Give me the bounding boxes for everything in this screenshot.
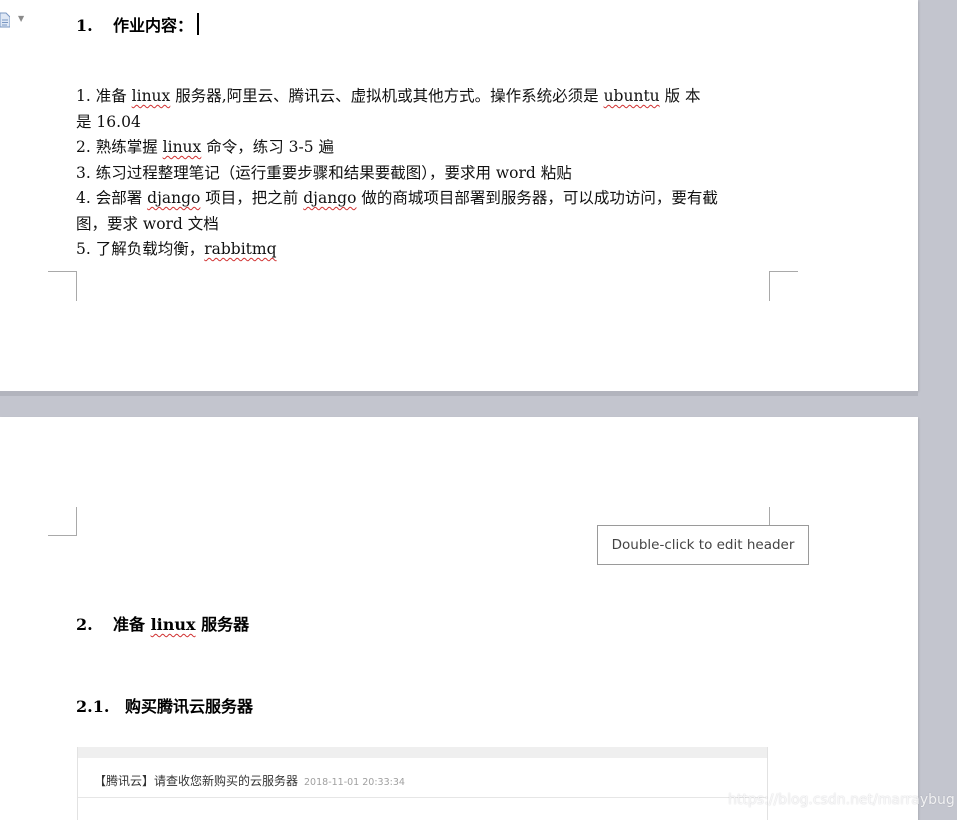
heading-1: 1. 作业内容： — [76, 12, 200, 36]
list-item-text: 5. 了解负载均衡， — [76, 240, 205, 258]
list-item: 是 16.04 — [76, 110, 776, 136]
list-item-text: 4. 会部署 — [76, 189, 148, 207]
list-item-text: 做的商城项目部署到服务器，可以成功访问，要有截 — [356, 189, 718, 207]
misspelled-word[interactable]: rabbitmq — [204, 240, 276, 258]
page-corner-mark — [48, 507, 77, 536]
heading-text-pre: 准备 — [113, 615, 151, 634]
watermark: https://blog.csdn.net/marraybug — [728, 792, 955, 808]
email-topbar — [78, 747, 767, 758]
heading-2-1: 2.1. 购买腾讯云服务器 — [76, 693, 253, 717]
misspelled-word[interactable]: ubuntu — [604, 87, 660, 105]
page-corner-mark — [48, 271, 77, 301]
document-viewport[interactable]: ▼ 1. 作业内容： 1. 准备 linux 服务器,阿里云、腾讯云、虚拟机或其他… — [0, 0, 957, 820]
list-item-text: 图，要求 word 文档 — [76, 214, 219, 233]
list-item: 图，要求 word 文档 — [76, 212, 776, 238]
task-list: 1. 准备 linux 服务器,阿里云、腾讯云、虚拟机或其他方式。操作系统必须是… — [76, 84, 776, 263]
document-icon[interactable] — [0, 12, 10, 28]
misspelled-word[interactable]: django — [147, 189, 200, 207]
email-date: 2018-11-01 20:33:34 — [304, 777, 405, 788]
heading-text: 购买腾讯云服务器 — [125, 697, 254, 716]
list-item: 5. 了解负载均衡，rabbitmq — [76, 237, 776, 263]
heading-text: 作业内容： — [113, 16, 194, 35]
list-item: 3. 练习过程整理笔记（运行重要步骤和结果要截图），要求用 word 粘贴 — [76, 161, 776, 187]
email-divider — [78, 797, 767, 798]
heading-number: 1. — [76, 16, 93, 35]
page-corner-mark — [769, 507, 771, 527]
list-item-text: 是 16.04 — [76, 112, 141, 131]
document-page-2[interactable]: Double-click to edit header 2. 准备 linux 服… — [0, 417, 918, 820]
misspelled-word[interactable]: django — [303, 189, 356, 207]
email-subject: 【腾讯云】请查收您新购买的云服务器 — [94, 774, 299, 788]
email-screenshot-image[interactable]: 【腾讯云】请查收您新购买的云服务器 2018-11-01 20:33:34 — [77, 747, 768, 820]
list-item-text: 1. 准备 — [76, 87, 132, 105]
list-item: 1. 准备 linux 服务器,阿里云、腾讯云、虚拟机或其他方式。操作系统必须是… — [76, 84, 776, 110]
page-corner-mark — [769, 271, 798, 301]
list-item: 2. 熟练掌握 linux 命令，练习 3-5 遍 — [76, 135, 776, 161]
list-item-text: 版 本 — [659, 87, 701, 105]
misspelled-word[interactable]: linux — [163, 138, 202, 156]
text-cursor — [197, 13, 200, 35]
list-item-text: 3. 练习过程整理笔记（运行重要步骤和结果要截图），要求用 word 粘贴 — [76, 163, 572, 182]
heading-number: 2.1. — [76, 697, 110, 716]
misspelled-word[interactable]: linux — [132, 87, 171, 105]
heading-text-post: 服务器 — [195, 615, 250, 634]
page-gap — [0, 391, 918, 417]
list-item-text: 2. 熟练掌握 — [76, 138, 163, 156]
list-item-text: 项目，把之前 — [200, 189, 304, 207]
chevron-down-icon[interactable]: ▼ — [18, 14, 24, 23]
heading-number: 2. — [76, 615, 93, 634]
misspelled-word[interactable]: linux — [151, 615, 196, 634]
list-item-text: 服务器,阿里云、腾讯云、虚拟机或其他方式。操作系统必须是 — [170, 87, 604, 105]
email-subject-line: 【腾讯云】请查收您新购买的云服务器 2018-11-01 20:33:34 — [94, 772, 405, 789]
heading-2: 2. 准备 linux 服务器 — [76, 611, 249, 635]
list-item: 4. 会部署 django 项目，把之前 django 做的商城项目部署到服务器… — [76, 186, 776, 212]
document-page-1[interactable]: ▼ 1. 作业内容： 1. 准备 linux 服务器,阿里云、腾讯云、虚拟机或其他… — [0, 0, 918, 391]
list-item-text: 命令，练习 3-5 遍 — [201, 138, 335, 156]
edit-header-tooltip[interactable]: Double-click to edit header — [597, 525, 809, 565]
